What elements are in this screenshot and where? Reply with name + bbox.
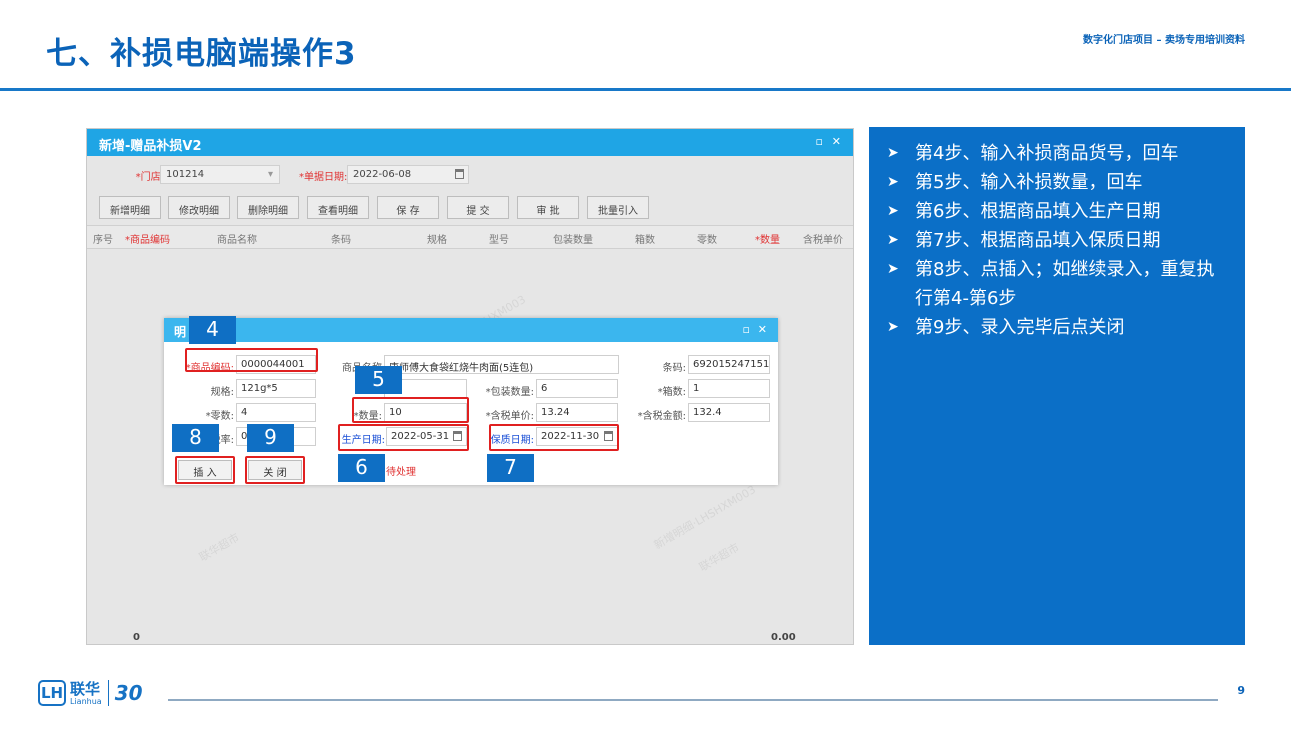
batch-import-button[interactable]: 批量引入 <box>587 196 649 219</box>
loose-label: *零数: <box>205 411 234 422</box>
highlight-qty <box>352 397 469 423</box>
date-label: *单据日期: <box>299 172 348 183</box>
col-model[interactable]: 型号 <box>489 231 509 246</box>
logo-cn: 联华 <box>70 679 101 698</box>
store-value: 101214 <box>166 169 205 180</box>
col-barcode[interactable]: 条码 <box>331 231 351 246</box>
total-count: 0 <box>133 632 140 643</box>
store-label: *门店: <box>135 172 164 183</box>
step-badge-6: 6 <box>338 454 385 482</box>
instructions-panel: ➤ 第4步、输入补损商品货号，回车 ➤ 第5步、输入补损数量，回车 ➤ 第6步、根据商… <box>869 127 1245 645</box>
step-badge-7: 7 <box>487 454 534 482</box>
col-code[interactable]: *商品编码 <box>125 231 170 246</box>
pack-qty-input[interactable]: 6 <box>536 379 618 398</box>
arrow-bullet-icon: ➤ <box>887 203 899 219</box>
list-item: ➤ 第8步、点插入；如继续录入，重复执行第4-第6步 <box>885 255 1229 313</box>
spec-input[interactable]: 121g*5 <box>236 379 316 398</box>
step-badge-5: 5 <box>355 366 402 394</box>
unit-price-label: *含税单价: <box>485 411 534 422</box>
save-button[interactable]: 保 存 <box>377 196 439 219</box>
add-detail-button[interactable]: 新增明细 <box>99 196 161 219</box>
arrow-bullet-icon: ➤ <box>887 319 899 335</box>
app-title: 新增-赠品补损V2 <box>99 139 202 154</box>
lianhua-logo: LH 联华 Lianhua 30 <box>38 680 143 706</box>
watermark: 联华超市 <box>696 540 742 575</box>
barcode-input[interactable]: 6920152471517 <box>688 355 770 374</box>
page-number: 9 <box>1237 684 1245 697</box>
loose-input[interactable]: 4 <box>236 403 316 422</box>
close-icon[interactable]: ✕ <box>758 323 767 336</box>
col-loose[interactable]: 零数 <box>697 231 717 246</box>
step-badge-9: 9 <box>247 424 294 452</box>
highlight-prod-date <box>338 424 469 451</box>
close-icon[interactable]: ✕ <box>832 135 841 148</box>
col-pack-qty[interactable]: 包装数量 <box>553 231 593 246</box>
list-item: ➤ 第4步、输入补损商品货号，回车 <box>885 139 1229 168</box>
grid-header: 序号 *商品编码 商品名称 条码 规格 型号 包装数量 箱数 零数 *数量 含税… <box>87 225 853 249</box>
step-badge-8: 8 <box>172 424 219 452</box>
dialog-title-bar: 明 ▫ ✕ <box>164 318 778 342</box>
slide: 七、补损电脑端操作3 数字化门店项目 – 卖场专用培训资料 新增-赠品补损V2 … <box>0 0 1291 730</box>
watermark: 联华超市 <box>196 530 242 565</box>
anniversary-logo: 30 <box>114 681 143 705</box>
col-qty[interactable]: *数量 <box>755 231 780 246</box>
highlight-code <box>185 348 318 372</box>
highlight-insert <box>175 456 235 484</box>
store-select[interactable]: 101214 ▾ <box>160 165 280 184</box>
maximize-icon[interactable]: ▫ <box>743 323 750 336</box>
view-detail-button[interactable]: 查看明细 <box>307 196 369 219</box>
logo-en: Lianhua <box>70 696 102 706</box>
col-name[interactable]: 商品名称 <box>217 231 257 246</box>
highlight-exp-date <box>489 424 619 451</box>
slide-subtitle: 数字化门店项目 – 卖场专用培训资料 <box>1083 35 1245 46</box>
instructions-list: ➤ 第4步、输入补损商品货号，回车 ➤ 第5步、输入补损数量，回车 ➤ 第6步、根据商… <box>885 139 1229 342</box>
date-value: 2022-06-08 <box>353 169 412 180</box>
step-badge-4: 4 <box>189 316 236 344</box>
chevron-down-icon: ▾ <box>267 169 273 180</box>
slide-title: 七、补损电脑端操作3 <box>46 36 357 72</box>
list-item: ➤ 第5步、输入补损数量，回车 <box>885 168 1229 197</box>
col-index[interactable]: 序号 <box>93 231 113 246</box>
arrow-bullet-icon: ➤ <box>887 232 899 248</box>
arrow-bullet-icon: ➤ <box>887 174 899 190</box>
logo-divider <box>107 680 109 706</box>
submit-button[interactable]: 提 交 <box>447 196 509 219</box>
date-field[interactable]: 2022-06-08 <box>347 165 469 184</box>
edit-detail-button[interactable]: 修改明细 <box>168 196 230 219</box>
spec-label: 规格: <box>210 387 234 398</box>
watermark: 新增明细·LHSHXM003 <box>651 483 758 552</box>
highlight-close <box>245 456 305 484</box>
footer-divider <box>168 699 1218 701</box>
list-item: ➤ 第7步、根据商品填入保质日期 <box>885 226 1229 255</box>
col-boxes[interactable]: 箱数 <box>635 231 655 246</box>
list-item: ➤ 第6步、根据商品填入生产日期 <box>885 197 1229 226</box>
pack-qty-label: *包装数量: <box>485 387 534 398</box>
box-label: *箱数: <box>657 387 686 398</box>
col-unit-price[interactable]: 含税单价 <box>803 231 843 246</box>
app-title-bar: 新增-赠品补损V2 ▫ ✕ <box>87 129 853 156</box>
barcode-label: 条码: <box>662 363 686 374</box>
list-item: ➤ 第9步、录入完毕后点关闭 <box>885 313 1229 342</box>
amount-input[interactable]: 132.4 <box>688 403 770 422</box>
arrow-bullet-icon: ➤ <box>887 261 899 277</box>
box-input[interactable]: 1 <box>688 379 770 398</box>
arrow-bullet-icon: ➤ <box>887 145 899 161</box>
approve-button[interactable]: 审 批 <box>517 196 579 219</box>
maximize-icon[interactable]: ▫ <box>816 135 823 148</box>
title-divider <box>0 88 1291 91</box>
name-input[interactable]: 康师傅大食袋红烧牛肉面(5连包) <box>384 355 619 374</box>
delete-detail-button[interactable]: 删除明细 <box>237 196 299 219</box>
pending-link[interactable]: 待处理 <box>386 463 416 478</box>
amount-label: *含税金额: <box>637 411 686 422</box>
col-spec[interactable]: 规格 <box>427 231 447 246</box>
calendar-icon <box>455 169 464 179</box>
dialog-title: 明 <box>174 325 187 339</box>
total-amount: 0.00 <box>771 632 796 643</box>
logo-mark-icon: LH <box>38 680 66 706</box>
unit-price-input[interactable]: 13.24 <box>536 403 618 422</box>
